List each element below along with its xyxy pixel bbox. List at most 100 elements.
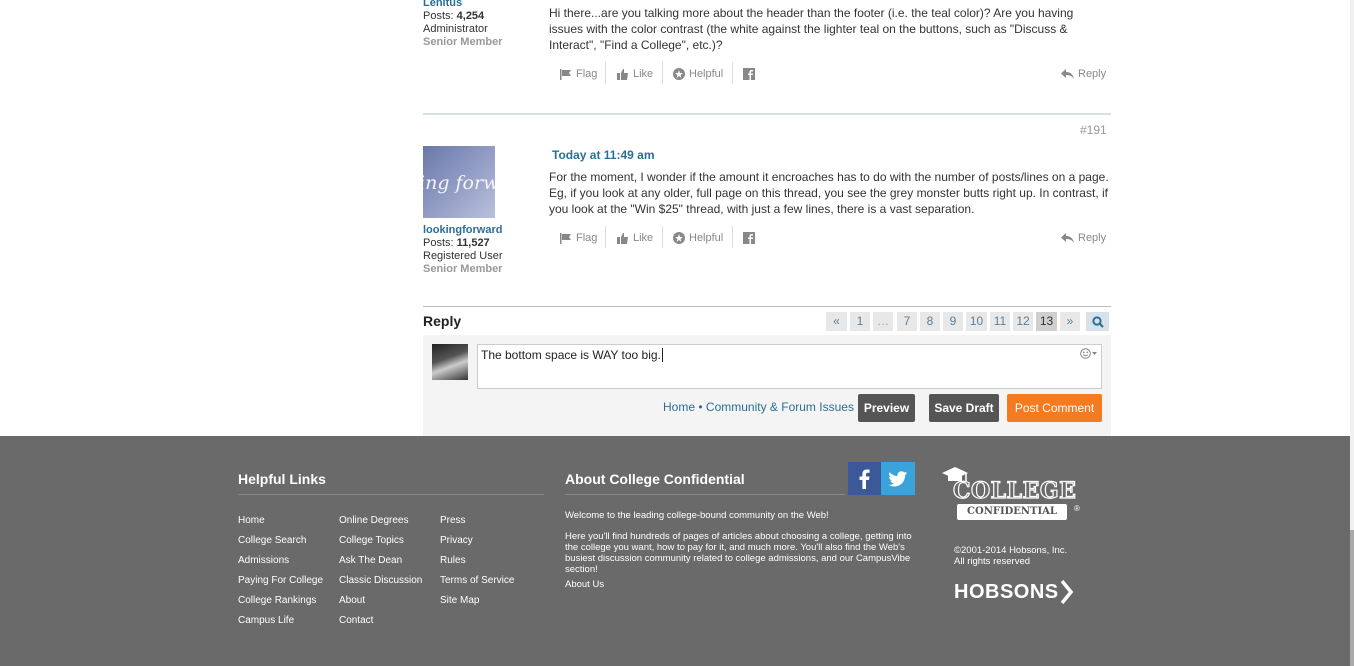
user-role: Registered User bbox=[423, 250, 503, 262]
preview-button[interactable]: Preview bbox=[858, 394, 915, 422]
facebook-share-button[interactable] bbox=[743, 68, 755, 80]
helpful-label: Helpful bbox=[689, 232, 724, 244]
like-label: Like bbox=[633, 68, 654, 80]
breadcrumb: Home • Community & Forum Issues bbox=[663, 400, 854, 414]
divider bbox=[662, 226, 663, 248]
footer-link[interactable]: Terms of Service bbox=[440, 575, 514, 586]
about-welcome: Welcome to the leading college-bound com… bbox=[565, 510, 829, 521]
divider bbox=[732, 226, 733, 248]
helpful-links-title: Helpful Links bbox=[238, 471, 326, 487]
footer-link[interactable]: Press bbox=[440, 515, 466, 526]
pagination-page[interactable]: 9 bbox=[943, 312, 963, 331]
logo-college-text: COLLEGE bbox=[952, 477, 1077, 504]
helpful-star-icon bbox=[673, 68, 685, 80]
footer-link[interactable]: About bbox=[339, 595, 365, 606]
user-rank: Senior Member bbox=[423, 36, 503, 48]
about-text: Here you'll find hundreds of pages of ar… bbox=[565, 531, 912, 575]
facebook-icon bbox=[743, 232, 755, 244]
copyright: ©2001-2014 Hobsons, Inc. bbox=[954, 545, 1068, 556]
text-cursor bbox=[662, 348, 663, 362]
facebook-icon bbox=[859, 469, 870, 489]
helpful-label: Helpful bbox=[689, 68, 724, 80]
pagination-page[interactable]: 11 bbox=[990, 312, 1010, 331]
helpful-button[interactable]: Helpful bbox=[673, 232, 723, 244]
post-comment-button[interactable]: Post Comment bbox=[1007, 394, 1102, 422]
comment-editor[interactable]: The bottom space is WAY too big. bbox=[477, 344, 1102, 389]
footer-link[interactable]: Campus Life bbox=[238, 615, 294, 626]
pagination-current-page: 13 bbox=[1036, 312, 1057, 331]
post-count: Posts: 11,527 bbox=[423, 237, 490, 250]
pagination-page[interactable]: 8 bbox=[920, 312, 940, 331]
flag-label: Flag bbox=[576, 68, 598, 80]
pagination-page[interactable]: 1 bbox=[850, 312, 870, 331]
hobsons-text: HOBSONS bbox=[954, 580, 1059, 603]
save-draft-button[interactable]: Save Draft bbox=[929, 394, 999, 422]
divider bbox=[662, 62, 663, 84]
footer-link[interactable]: College Search bbox=[238, 535, 306, 546]
like-button[interactable]: Like bbox=[617, 232, 653, 244]
footer-link[interactable]: Classic Discussion bbox=[339, 575, 422, 586]
pagination-prev[interactable]: « bbox=[826, 312, 847, 331]
helpful-button[interactable]: Helpful bbox=[673, 68, 723, 80]
breadcrumb-section[interactable]: Community & Forum Issues bbox=[706, 400, 854, 414]
post-timestamp[interactable]: Today at 11:49 am bbox=[552, 148, 655, 162]
twitter-icon bbox=[888, 471, 907, 487]
footer-link[interactable]: Paying For College bbox=[238, 575, 323, 586]
post-number[interactable]: #191 bbox=[1080, 123, 1107, 137]
footer-link[interactable]: Site Map bbox=[440, 595, 479, 606]
about-us-link[interactable]: About Us bbox=[565, 579, 604, 590]
footer-divider bbox=[238, 494, 544, 495]
facebook-share-button[interactable] bbox=[743, 232, 755, 244]
facebook-link[interactable] bbox=[848, 462, 881, 495]
like-label: Like bbox=[633, 232, 654, 244]
reply-button[interactable]: Reply bbox=[1061, 68, 1106, 80]
rights-reserved: All rights reserved bbox=[954, 556, 1031, 567]
user-role: Administrator bbox=[423, 23, 488, 35]
flag-button[interactable]: Flag bbox=[559, 68, 597, 80]
footer-link[interactable]: Home bbox=[238, 515, 265, 526]
footer-link[interactable]: Online Degrees bbox=[339, 515, 408, 526]
search-icon bbox=[1091, 316, 1104, 328]
pagination-page[interactable]: 10 bbox=[966, 312, 987, 331]
footer-link[interactable]: Admissions bbox=[238, 555, 289, 566]
post-author-link[interactable]: Lenitus bbox=[423, 0, 462, 9]
flag-button[interactable]: Flag bbox=[559, 232, 597, 244]
about-title: About College Confidential bbox=[565, 471, 745, 487]
flag-icon bbox=[560, 232, 571, 244]
pagination-next[interactable]: » bbox=[1060, 312, 1080, 331]
flag-label: Flag bbox=[576, 232, 598, 244]
thumbs-up-icon bbox=[617, 68, 628, 80]
footer-link[interactable]: Contact bbox=[339, 615, 373, 626]
footer-link[interactable]: College Rankings bbox=[238, 595, 316, 606]
post-author-link[interactable]: lookingforward bbox=[423, 224, 502, 236]
reply-label: Reply bbox=[1078, 68, 1107, 80]
reply-label: Reply bbox=[1078, 232, 1107, 244]
pagination-page[interactable]: 12 bbox=[1013, 312, 1033, 331]
divider bbox=[605, 226, 606, 248]
search-thread-button[interactable] bbox=[1086, 312, 1109, 331]
twitter-link[interactable] bbox=[881, 462, 915, 495]
reply-arrow-icon bbox=[1061, 233, 1074, 243]
footer-link[interactable]: Ask The Dean bbox=[339, 555, 402, 566]
scrollbar-thumb[interactable] bbox=[1350, 530, 1354, 666]
emoji-button[interactable] bbox=[1080, 348, 1097, 359]
pagination-page[interactable]: 7 bbox=[897, 312, 917, 331]
avatar[interactable]: ing forw bbox=[423, 146, 495, 218]
chevron-right-icon bbox=[1060, 580, 1073, 604]
college-confidential-logo[interactable]: COLLEGE CONFIDENTIAL ® bbox=[941, 466, 1091, 528]
posts-label: Posts: bbox=[423, 10, 454, 22]
hobsons-logo[interactable]: HOBSONS bbox=[954, 580, 1073, 604]
footer-link[interactable]: College Topics bbox=[339, 535, 404, 546]
divider bbox=[732, 62, 733, 84]
user-rank: Senior Member bbox=[423, 263, 503, 275]
post-count: Posts: 4,254 bbox=[423, 10, 484, 23]
my-avatar[interactable] bbox=[432, 344, 468, 380]
posts-label: Posts: bbox=[423, 237, 454, 249]
reply-button[interactable]: Reply bbox=[1061, 232, 1106, 244]
like-button[interactable]: Like bbox=[617, 68, 653, 80]
helpful-star-icon bbox=[673, 232, 685, 244]
breadcrumb-home[interactable]: Home bbox=[663, 400, 695, 414]
footer-link[interactable]: Privacy bbox=[440, 535, 473, 546]
post-body: For the moment, I wonder if the amount i… bbox=[549, 170, 1109, 216]
footer-link[interactable]: Rules bbox=[440, 555, 466, 566]
